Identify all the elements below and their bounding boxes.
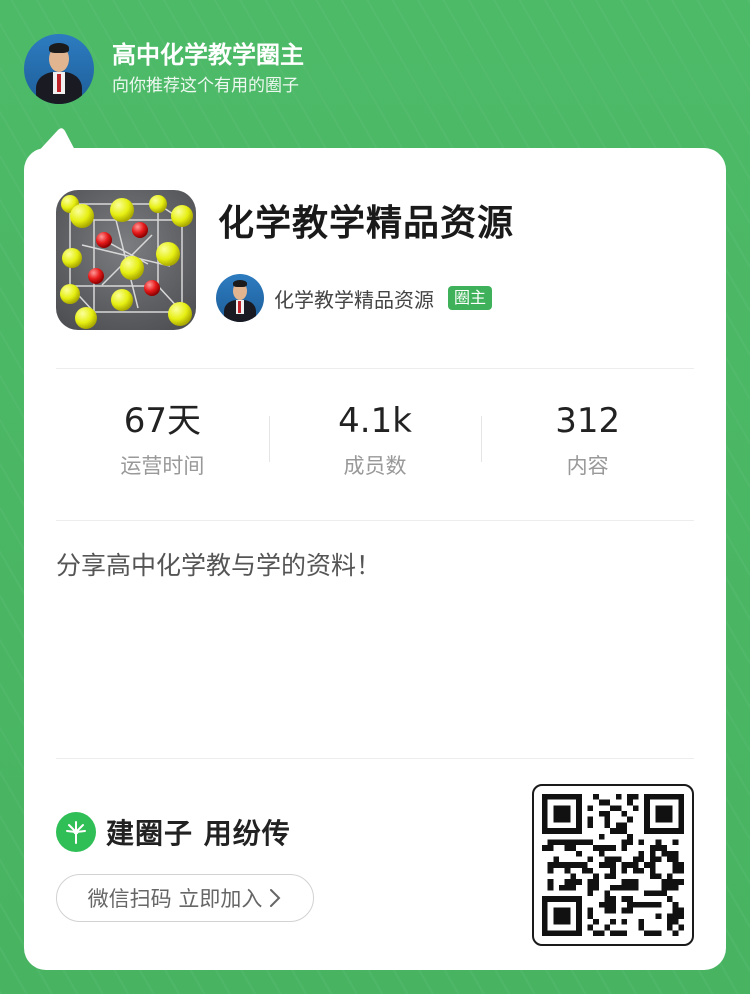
group-logo[interactable]	[56, 190, 196, 330]
crystal-lattice-icon	[60, 195, 193, 329]
join-button[interactable]: 微信扫码 立即加入	[56, 874, 314, 922]
recommender-avatar[interactable]	[24, 34, 94, 104]
divider	[56, 520, 694, 521]
owner-badge: 圈主	[448, 286, 493, 310]
stats-row: 67天 运营时间 4.1k 成员数 312 内容	[56, 388, 694, 488]
stat-operating-days: 67天 运营时间	[56, 388, 269, 488]
owner-avatar[interactable]	[216, 274, 264, 322]
group-description: 分享高中化学教与学的资料！	[56, 551, 382, 580]
stat-content: 312 内容	[481, 388, 694, 488]
chevron-right-icon	[270, 889, 281, 907]
recommender-subtitle: 向你推荐这个有用的圈子	[112, 76, 299, 96]
stat-value: 312	[555, 401, 621, 441]
join-button-label: 微信扫码 立即加入	[87, 887, 263, 911]
divider	[56, 368, 694, 369]
stat-value: 67天	[123, 401, 201, 441]
brand-text: 建圈子 用纷传	[106, 817, 291, 850]
stat-label: 运营时间	[120, 454, 205, 478]
brand-row: 建圈子 用纷传	[56, 812, 291, 852]
group-card: 化学教学精品资源 化学教学精品资源 圈主 67天 运营时间 4.1k 成员数 3…	[24, 148, 726, 970]
stat-label: 内容	[566, 454, 609, 478]
stat-members: 4.1k 成员数	[268, 388, 482, 488]
stat-label: 成员数	[343, 454, 407, 478]
qr-code-icon	[542, 794, 684, 936]
recommender-title: 高中化学教学圈主	[112, 41, 304, 69]
group-title: 化学教学精品资源	[218, 203, 515, 244]
divider	[56, 758, 694, 759]
fenchuan-logo-icon	[56, 812, 96, 852]
owner-name: 化学教学精品资源	[274, 287, 434, 312]
recommender-header: 高中化学教学圈主 向你推荐这个有用的圈子	[24, 32, 304, 106]
qr-code[interactable]	[532, 784, 694, 946]
stat-value: 4.1k	[338, 401, 412, 441]
owner-row[interactable]: 化学教学精品资源 圈主	[216, 274, 493, 322]
